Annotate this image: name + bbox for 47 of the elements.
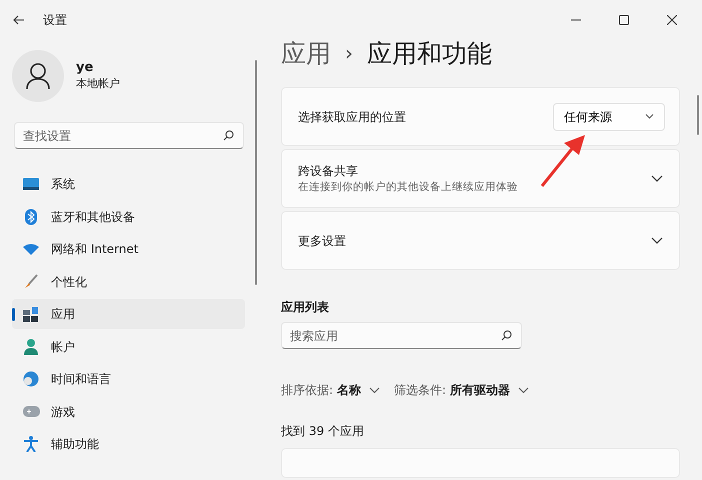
apps-icon xyxy=(23,306,39,322)
account-type: 本地帐户 xyxy=(76,76,120,92)
breadcrumb-parent[interactable]: 应用 xyxy=(281,40,331,66)
setting-title: 跨设备共享 xyxy=(298,162,359,180)
filter-dropdown[interactable]: 筛选条件: 所有驱动器 xyxy=(394,381,530,399)
source-dropdown[interactable]: 任何来源 xyxy=(553,102,665,130)
annotation-arrow xyxy=(539,133,587,189)
setting-title: 更多设置 xyxy=(298,232,346,250)
breadcrumb-separator: › xyxy=(345,40,353,67)
avatar xyxy=(12,50,64,102)
sidebar-item[interactable]: 游戏 xyxy=(12,396,245,426)
caret-icon xyxy=(645,114,654,119)
caret-icon xyxy=(369,386,380,394)
wifi-icon xyxy=(23,244,39,254)
sidebar-item[interactable]: 网络和 Internet xyxy=(12,234,245,264)
globe-icon xyxy=(23,371,39,387)
sidebar-item[interactable]: 个性化 xyxy=(12,266,245,296)
close-icon[interactable] xyxy=(667,15,677,25)
accessibility-icon xyxy=(24,436,38,452)
user-name: ye xyxy=(76,60,94,76)
window-title: 设置 xyxy=(43,12,67,29)
monitor-icon xyxy=(23,178,39,190)
setting-title: 选择获取应用的位置 xyxy=(298,108,406,126)
chevron-icon[interactable] xyxy=(651,175,663,182)
search-field[interactable]: 查找设置 xyxy=(14,122,244,149)
bluetooth-icon xyxy=(25,208,37,224)
search-field[interactable]: 搜索应用 xyxy=(281,322,522,349)
page-title: 应用和功能 xyxy=(367,40,492,66)
sidebar-item[interactable]: 帐户 xyxy=(12,332,245,362)
caret-icon xyxy=(518,386,530,394)
sidebar-item[interactable]: 蓝牙和其他设备 xyxy=(12,202,245,232)
app-count: 找到 39 个应用 xyxy=(281,423,365,440)
gamepad-icon xyxy=(22,406,40,417)
section-heading: 应用列表 xyxy=(281,299,330,316)
sidebar-item[interactable]: 时间和语言 xyxy=(12,364,245,394)
person-icon xyxy=(24,338,38,354)
setting-description: 在连接到你的帐户的其他设备上继续应用体验 xyxy=(298,180,518,195)
sort-dropdown[interactable]: 排序依据: 名称 xyxy=(281,381,380,399)
back-icon[interactable] xyxy=(13,15,25,25)
sidebar-item[interactable]: 系统 xyxy=(12,169,245,199)
sidebar-item[interactable]: 应用 xyxy=(12,299,245,329)
search-icon xyxy=(223,130,234,141)
brush-icon xyxy=(24,274,38,289)
search-icon xyxy=(501,330,512,341)
sidebar-item[interactable]: 辅助功能 xyxy=(12,429,245,459)
maximize-icon[interactable] xyxy=(619,15,629,25)
chevron-icon[interactable] xyxy=(651,237,663,244)
